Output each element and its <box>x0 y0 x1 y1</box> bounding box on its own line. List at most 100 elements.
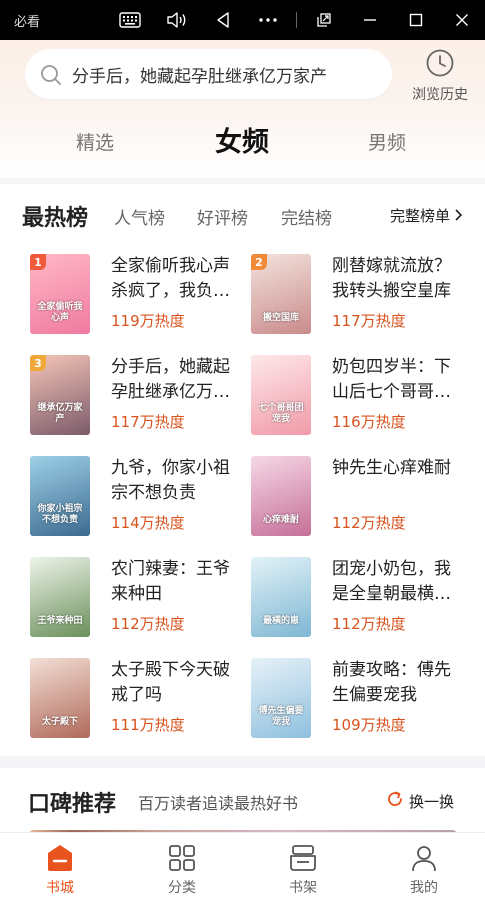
book-title[interactable]: 太子殿下今天破戒了吗 <box>111 658 241 708</box>
book-cover[interactable]: 王爷来种田 <box>30 557 90 637</box>
user-icon <box>384 841 464 875</box>
rank-badge: 1 <box>30 254 46 270</box>
refresh-button[interactable]: 换一换 <box>386 790 454 812</box>
book-cover-title: 最横的崽 <box>262 616 299 626</box>
nav-bookstore[interactable]: 书城 <box>20 841 100 897</box>
book-cover-title: 搬空国库 <box>262 313 299 323</box>
book-cover-title: 全家偷听我心声 <box>37 302 83 323</box>
nav-mine[interactable]: 我的 <box>384 841 464 897</box>
book-item[interactable]: 最横的崽 团宠小奶包，我是全皇朝最横的崽 112万热度 <box>251 557 471 637</box>
refresh-icon <box>386 790 404 812</box>
full-ranking-link[interactable]: 完整榜单 <box>389 205 463 226</box>
close-icon[interactable] <box>448 6 476 34</box>
book-heat: 117万热度 <box>111 413 185 431</box>
rank-badge: 3 <box>30 355 46 371</box>
tab-top-rated[interactable]: 好评榜 <box>197 204 248 229</box>
nav-bookstore-label: 书城 <box>46 880 74 896</box>
recommend-subtitle: 百万读者追读最热好书 <box>138 794 299 813</box>
category-grid-icon <box>142 841 222 875</box>
book-cover-title: 你家小祖宗不想负责 <box>37 504 83 525</box>
recommend-title: 口碑推荐 <box>28 792 117 817</box>
restore-window-icon[interactable] <box>310 6 338 34</box>
book-title[interactable]: 奶包四岁半：下山后七个哥哥团宠我 <box>332 355 462 405</box>
book-title[interactable]: 九爷，你家小祖宗不想负责 <box>111 456 241 506</box>
browse-history-button[interactable]: 浏览历史 <box>406 48 474 104</box>
book-item[interactable]: 你家小祖宗不想负责 九爷，你家小祖宗不想负责 114万热度 <box>30 456 250 536</box>
book-heat: 114万热度 <box>111 514 185 532</box>
tab-completed[interactable]: 完结榜 <box>281 204 332 229</box>
nav-bookshelf[interactable]: 书架 <box>263 841 343 897</box>
book-item[interactable]: 傅先生偏要宠我 前妻攻略：傅先生偏要宠我 109万热度 <box>251 658 471 738</box>
book-cover[interactable]: 太子殿下 <box>30 658 90 738</box>
nav-category-label: 分类 <box>168 880 196 896</box>
book-title[interactable]: 刚替嫁就流放？我转头搬空皇库 <box>332 254 462 304</box>
header: 分手后，她藏起孕肚继承亿万家产 浏览历史 精选 女频 男频 <box>0 40 485 178</box>
book-cover[interactable]: 你家小祖宗不想负责 <box>30 456 90 536</box>
book-item[interactable]: 搬空国库 2 刚替嫁就流放？我转头搬空皇库 117万热度 <box>251 254 471 334</box>
tab-featured[interactable]: 精选 <box>76 128 114 155</box>
tab-female[interactable]: 女频 <box>215 120 269 159</box>
clock-icon <box>425 49 455 82</box>
book-item[interactable]: 继承亿万家产 3 分手后，她藏起孕肚继承亿万家产 117万热度 <box>30 355 250 435</box>
book-cover-title: 七个哥哥团宠我 <box>258 403 304 424</box>
book-title[interactable]: 钟先生心痒难耐 <box>332 456 462 481</box>
bottom-nav: 书城 分类 书架 我的 <box>0 832 485 903</box>
book-cover[interactable]: 心痒难耐 <box>251 456 311 536</box>
book-cover-title: 心痒难耐 <box>262 515 299 525</box>
book-title[interactable]: 前妻攻略：傅先生偏要宠我 <box>332 658 462 708</box>
refresh-label: 换一换 <box>409 792 455 811</box>
book-title[interactable]: 全家偷听我心声杀疯了，我负责吃奶 <box>111 254 241 304</box>
book-heat: 117万热度 <box>332 312 406 330</box>
volume-icon[interactable] <box>163 6 191 34</box>
book-heat: 109万热度 <box>332 716 406 734</box>
rank-badge: 2 <box>251 254 267 270</box>
book-heat: 112万热度 <box>111 615 185 633</box>
book-title[interactable]: 分手后，她藏起孕肚继承亿万家产 <box>111 355 241 405</box>
search-bar[interactable]: 分手后，她藏起孕肚继承亿万家产 <box>25 49 392 99</box>
bookstore-icon <box>20 841 100 875</box>
tab-male[interactable]: 男频 <box>368 128 406 155</box>
book-cover[interactable]: 最横的崽 <box>251 557 311 637</box>
ranking-card: 最热榜 人气榜 好评榜 完结榜 完整榜单 全家偷听我心声 1 全家偷听我心声杀疯了，… <box>0 184 485 756</box>
book-item[interactable]: 全家偷听我心声 1 全家偷听我心声杀疯了，我负责吃奶 119万热度 <box>30 254 250 334</box>
book-heat: 116万热度 <box>332 413 406 431</box>
book-title[interactable]: 农门辣妻：王爷来种田 <box>111 557 241 607</box>
book-item[interactable]: 太子殿下 太子殿下今天破戒了吗 111万热度 <box>30 658 250 738</box>
book-title[interactable]: 团宠小奶包，我是全皇朝最横的崽 <box>332 557 462 607</box>
search-input[interactable]: 分手后，她藏起孕肚继承亿万家产 <box>72 62 327 87</box>
keyboard-icon[interactable] <box>116 6 144 34</box>
book-cover[interactable]: 七个哥哥团宠我 <box>251 355 311 435</box>
chevron-right-icon <box>454 207 463 225</box>
maximize-icon[interactable] <box>402 6 430 34</box>
book-heat: 112万热度 <box>332 615 406 633</box>
ranking-title: 最热榜 <box>22 206 89 231</box>
search-icon <box>40 64 62 90</box>
nav-bookshelf-label: 书架 <box>289 880 317 896</box>
book-cover-title: 王爷来种田 <box>37 616 83 626</box>
book-cover-title: 太子殿下 <box>41 717 78 727</box>
recommend-card: 口碑推荐 百万读者追读最热好书 换一换 <box>0 768 485 838</box>
book-item[interactable]: 七个哥哥团宠我 奶包四岁半：下山后七个哥哥团宠我 116万热度 <box>251 355 471 435</box>
book-item[interactable]: 王爷来种田 农门辣妻：王爷来种田 112万热度 <box>30 557 250 637</box>
book-item[interactable]: 心痒难耐 钟先生心痒难耐 112万热度 <box>251 456 471 536</box>
book-cover[interactable]: 继承亿万家产 3 <box>30 355 90 435</box>
more-icon[interactable] <box>254 6 282 34</box>
book-heat: 111万热度 <box>111 716 185 734</box>
window-titlebar: 必看 <box>0 0 485 40</box>
book-cover[interactable]: 傅先生偏要宠我 <box>251 658 311 738</box>
nav-mine-label: 我的 <box>410 880 438 896</box>
window-title: 必看 <box>14 15 41 30</box>
full-ranking-label: 完整榜单 <box>389 207 450 225</box>
nav-category[interactable]: 分类 <box>142 841 222 897</box>
minimize-icon[interactable] <box>356 6 384 34</box>
book-cover[interactable]: 搬空国库 2 <box>251 254 311 334</box>
back-triangle-icon[interactable] <box>209 6 237 34</box>
book-cover-title: 继承亿万家产 <box>37 403 83 424</box>
book-cover[interactable]: 全家偷听我心声 1 <box>30 254 90 334</box>
book-heat: 112万热度 <box>332 514 406 532</box>
browse-history-label: 浏览历史 <box>412 87 468 103</box>
titlebar-divider <box>296 12 297 28</box>
tab-popular[interactable]: 人气榜 <box>114 204 165 229</box>
book-cover-title: 傅先生偏要宠我 <box>258 706 304 727</box>
ranking-header: 最热榜 人气榜 好评榜 完结榜 完整榜单 <box>22 200 463 231</box>
